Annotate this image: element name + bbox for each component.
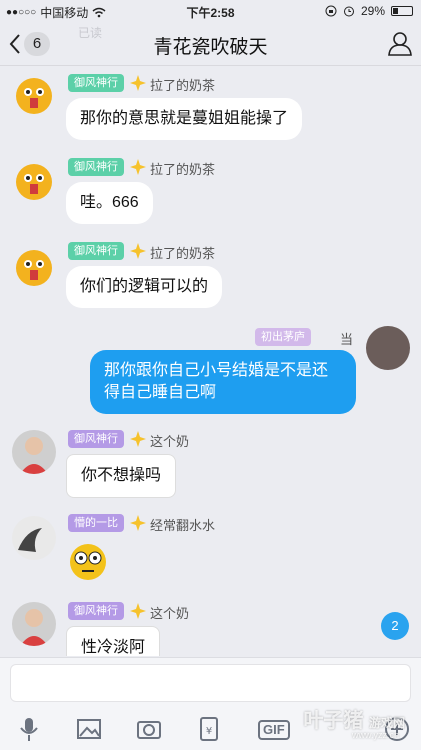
member-tag: 懵的一比: [68, 514, 124, 532]
microphone-icon[interactable]: [14, 714, 44, 744]
avatar[interactable]: [12, 430, 56, 474]
star-icon: [130, 515, 146, 531]
avatar[interactable]: [12, 602, 56, 646]
message-input[interactable]: [10, 664, 411, 702]
message-bubble[interactable]: 性冷淡阿: [66, 626, 161, 656]
avatar[interactable]: [366, 326, 410, 370]
member-tag: 御风神行: [68, 602, 124, 620]
star-icon: [130, 75, 146, 91]
status-bar: ●●○○○ 中国移动 下午2:58 29%: [0, 0, 421, 22]
message-bubble[interactable]: 你们的逻辑可以的: [66, 266, 223, 308]
avatar[interactable]: [12, 158, 56, 202]
gif-button[interactable]: GIF: [258, 720, 290, 740]
camera-icon[interactable]: [134, 714, 164, 744]
member-tag: 御风神行: [68, 430, 124, 448]
sender-nickname: 拉了的奶茶: [150, 162, 216, 177]
sender-nickname: 经常翻水水: [150, 518, 216, 533]
message-bubble[interactable]: 哇。666: [66, 182, 153, 224]
status-right: 29%: [325, 4, 413, 18]
sender-nickname: 这个奶: [150, 606, 190, 621]
avatar[interactable]: [12, 516, 56, 560]
image-icon[interactable]: [74, 714, 104, 744]
message-row: 懵的一比 经常翻水水: [0, 510, 421, 590]
message-row: 御风神行 拉了的奶茶 哇。666: [0, 152, 421, 232]
message-bubble[interactable]: 那你的意思就是蔓姐姐能操了: [66, 98, 303, 140]
star-icon: [130, 243, 146, 259]
svg-text:¥: ¥: [206, 726, 212, 737]
star-icon: [130, 431, 146, 447]
member-tag: 御风神行: [68, 158, 124, 176]
star-icon: [130, 603, 146, 619]
message-row: 御风神行 这个奶 性冷淡阿: [0, 596, 421, 656]
message-row-self: 初出茅庐 当 那你跟你自己小号结婚是不是还得自己睡自己啊: [0, 322, 421, 414]
message-row: 御风神行 拉了的奶茶 你们的逻辑可以的: [0, 238, 421, 318]
avatar[interactable]: [12, 244, 56, 288]
watermark-sub: 游戏网: [368, 716, 405, 730]
battery-percent: 29%: [360, 4, 385, 18]
message-row: 御风神行 拉了的奶茶 那你的意思就是蔓姐姐能操了: [0, 66, 421, 146]
nav-bar: 6 已读 青花瓷吹破天: [0, 22, 421, 66]
sender-nickname: 拉了的奶茶: [150, 78, 216, 93]
lock-rotation-icon: [325, 5, 337, 17]
message-bubble[interactable]: 那你跟你自己小号结婚是不是还得自己睡自己啊: [90, 350, 356, 414]
member-tag: 御风神行: [68, 242, 124, 260]
member-tag: 御风神行: [68, 74, 124, 92]
member-tag: 初出茅庐: [255, 328, 311, 346]
sender-nickname: 当: [340, 332, 354, 347]
alarm-icon: [343, 6, 354, 17]
new-message-badge[interactable]: 2: [381, 612, 409, 640]
watermark: 叶子猪 游戏网: [303, 704, 405, 733]
watermark-name: 叶子猪: [303, 710, 364, 732]
chat-title: 青花瓷吹破天: [153, 37, 268, 58]
red-packet-icon[interactable]: ¥: [194, 714, 224, 744]
watermark-url: www.yzz.cn: [351, 730, 399, 740]
star-icon: [130, 159, 146, 175]
battery-icon: [391, 6, 413, 16]
group-info-icon[interactable]: [387, 30, 413, 56]
avatar[interactable]: [12, 72, 56, 116]
sender-nickname: 拉了的奶茶: [150, 246, 216, 261]
message-bubble[interactable]: 你不想操吗: [66, 454, 177, 498]
sender-nickname: 这个奶: [150, 434, 190, 449]
sticker-emoji[interactable]: [68, 542, 108, 582]
message-row: 御风神行 这个奶 你不想操吗: [0, 424, 421, 508]
